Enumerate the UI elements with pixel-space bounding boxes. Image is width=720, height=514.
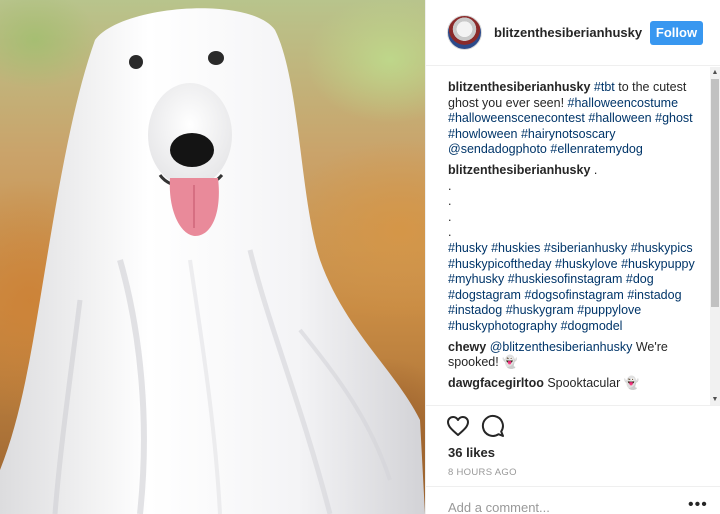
- hashtag-link[interactable]: #huskypicoftheday: [448, 257, 552, 271]
- comments-list[interactable]: blitzenthesiberianhusky #tbt to the cute…: [426, 67, 716, 406]
- hashtag-link[interactable]: #howloween: [448, 127, 518, 141]
- hashtag-link[interactable]: #puppylove: [577, 303, 641, 317]
- hashtag-comment: blitzenthesiberianhusky . . . . . #husky…: [448, 163, 702, 335]
- hashtag-link[interactable]: #husky: [448, 241, 488, 255]
- caption-username[interactable]: blitzenthesiberianhusky: [448, 80, 590, 94]
- comment-dot: .: [593, 162, 598, 177]
- header-username[interactable]: blitzenthesiberianhusky: [494, 25, 642, 40]
- hashtag-link[interactable]: #halloweencostume: [568, 96, 679, 110]
- mention-link[interactable]: @blitzenthesiberianhusky: [490, 340, 633, 354]
- scroll-up-arrow-icon[interactable]: ▲: [710, 67, 720, 79]
- hashtag-link[interactable]: #dogsofinstagram: [524, 288, 623, 302]
- comment-username[interactable]: blitzenthesiberianhusky: [448, 163, 590, 177]
- likes-count[interactable]: 36 likes: [448, 445, 495, 460]
- post-timestamp[interactable]: 8 HOURS AGO: [448, 467, 517, 478]
- caption: blitzenthesiberianhusky #tbt to the cute…: [448, 80, 702, 158]
- hashtag-link[interactable]: #huskygram: [506, 303, 574, 317]
- divider: [426, 405, 720, 406]
- divider: [426, 486, 720, 487]
- add-comment-input[interactable]: [448, 500, 678, 514]
- comment: dawgfacegirltoo Spooktacular 👻: [448, 376, 702, 392]
- hashtag-link[interactable]: #huskies: [491, 241, 540, 255]
- hashtag-link[interactable]: #halloweenscenecontest: [448, 111, 585, 125]
- dot-line: .: [448, 194, 452, 209]
- hashtag-link[interactable]: #dogmodel: [561, 319, 623, 333]
- post-photo[interactable]: [0, 0, 425, 514]
- dot-line: .: [448, 225, 452, 240]
- hashtag-link[interactable]: #huskiesofinstagram: [508, 272, 623, 286]
- comment-text: Spooktacular 👻: [543, 375, 640, 390]
- comment-username[interactable]: dawgfacegirltoo: [448, 376, 544, 390]
- hashtag-link[interactable]: #halloween: [588, 111, 651, 125]
- dot-line: .: [448, 178, 452, 193]
- more-options-icon[interactable]: •••: [688, 496, 708, 514]
- comment: chewy @blitzenthesiberianhusky We're spo…: [448, 340, 702, 371]
- hashtag-link[interactable]: #hairynotsoscary: [521, 127, 616, 141]
- scroll-thumb[interactable]: [711, 79, 719, 307]
- comment-icon[interactable]: [481, 414, 505, 438]
- hashtag-link[interactable]: #instadog: [448, 303, 502, 317]
- avatar[interactable]: [447, 15, 482, 50]
- comments-scrollbar[interactable]: ▲ ▼: [710, 67, 720, 406]
- hashtag-link[interactable]: #myhusky: [448, 272, 504, 286]
- heart-icon[interactable]: [446, 414, 470, 438]
- hashtag-link[interactable]: #tbt: [594, 80, 615, 94]
- ghost-dog-illustration: [0, 8, 425, 514]
- hashtag-link[interactable]: #huskyphotography: [448, 319, 557, 333]
- mention-link[interactable]: @sendadogphoto: [448, 142, 547, 156]
- hashtag-link[interactable]: #huskypuppy: [621, 257, 695, 271]
- dot-lines: . . . .: [448, 179, 702, 241]
- post-header: blitzenthesiberianhusky Follow: [426, 0, 720, 66]
- dot-line: .: [448, 209, 452, 224]
- hashtag-link[interactable]: #instadog: [627, 288, 681, 302]
- hashtag-link[interactable]: #huskylove: [555, 257, 618, 271]
- hashtag-link[interactable]: #huskypics: [631, 241, 693, 255]
- hashtag-link[interactable]: #dog: [626, 272, 654, 286]
- hashtag-block: #husky #huskies #siberianhusky #huskypic…: [448, 241, 702, 335]
- hashtag-link[interactable]: #ghost: [655, 111, 693, 125]
- hashtag-link[interactable]: #ellenratemydog: [550, 142, 642, 156]
- post-sidebar: blitzenthesiberianhusky Follow blitzenth…: [426, 0, 720, 514]
- hashtag-link[interactable]: #dogstagram: [448, 288, 521, 302]
- hashtag-link[interactable]: #siberianhusky: [544, 241, 627, 255]
- follow-button[interactable]: Follow: [650, 21, 703, 45]
- comment-username[interactable]: chewy: [448, 340, 486, 354]
